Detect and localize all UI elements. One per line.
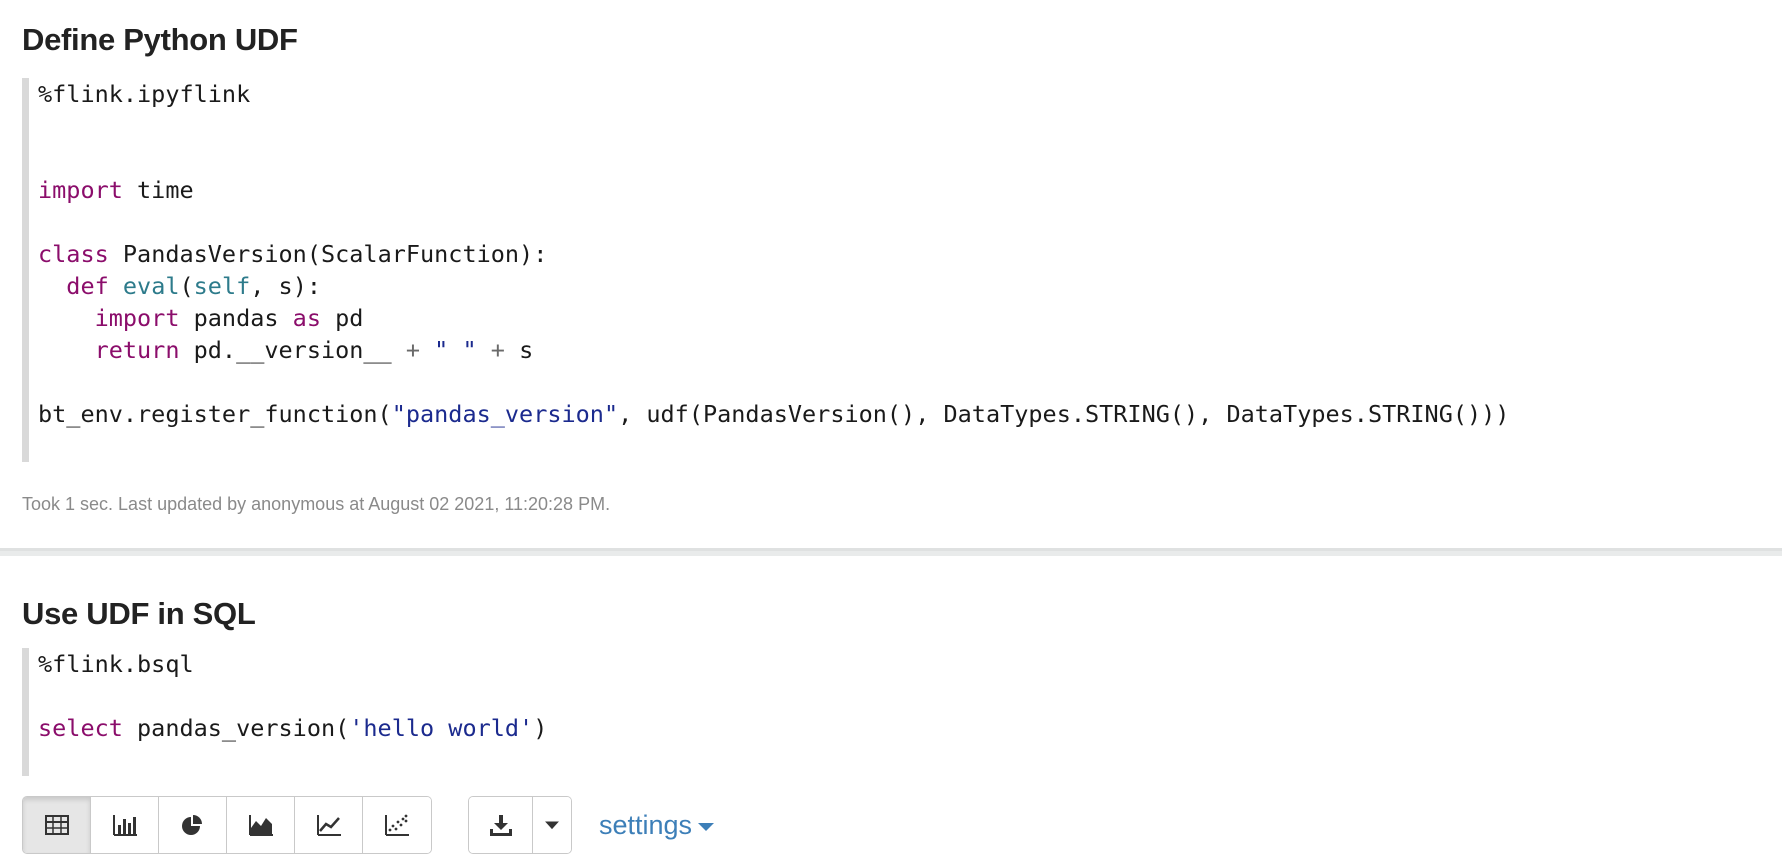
scatter-chart-button[interactable] [363, 797, 431, 853]
code-line: import time [38, 176, 194, 204]
code-editor[interactable]: %flink.ipyflink import time class Pandas… [22, 78, 1582, 462]
caret-down-icon [698, 823, 715, 831]
paragraph-divider [0, 548, 1782, 556]
code-line: import pandas as pd [94, 304, 364, 332]
code-line: return pd.__version__ + " " + s [94, 336, 534, 364]
area-chart-button[interactable] [227, 797, 295, 853]
area-chart-icon [248, 815, 273, 836]
code-line: class PandasVersion(ScalarFunction): [38, 240, 548, 268]
chevron-down-icon [545, 821, 559, 830]
code-line: bt_env.register_function("pandas_version… [38, 400, 1510, 428]
paragraph-title[interactable]: Use UDF in SQL [22, 596, 256, 632]
line-chart-icon [316, 815, 341, 836]
scatter-chart-icon [385, 814, 409, 836]
paragraph-status: Took 1 sec. Last updated by anonymous at… [22, 494, 611, 514]
table-icon [44, 815, 69, 835]
code-editor[interactable]: %flink.bsql select pandas_version('hello… [22, 648, 1582, 776]
bar-chart-icon [112, 815, 137, 836]
download-options-dropdown[interactable] [533, 797, 571, 853]
pie-chart-icon [181, 815, 202, 835]
visualization-button-group [22, 796, 432, 854]
pie-chart-button[interactable] [159, 797, 227, 853]
download-button[interactable] [469, 797, 533, 853]
download-icon [489, 815, 512, 836]
download-button-group [468, 796, 572, 854]
settings-dropdown[interactable]: settings [599, 810, 715, 841]
table-view-button[interactable] [23, 797, 91, 853]
settings-label: settings [599, 810, 693, 840]
code-line: %flink.bsql [38, 650, 194, 678]
line-chart-button[interactable] [295, 797, 363, 853]
bar-chart-button[interactable] [91, 797, 159, 853]
paragraph-title[interactable]: Define Python UDF [22, 22, 298, 58]
code-line: %flink.ipyflink [38, 80, 251, 108]
code-line: def eval(self, s): [66, 272, 321, 300]
code-line: select pandas_version('hello world') [38, 714, 548, 742]
paragraph-define-python-udf: Define Python UDF %flink.ipyflink import… [0, 0, 1782, 548]
